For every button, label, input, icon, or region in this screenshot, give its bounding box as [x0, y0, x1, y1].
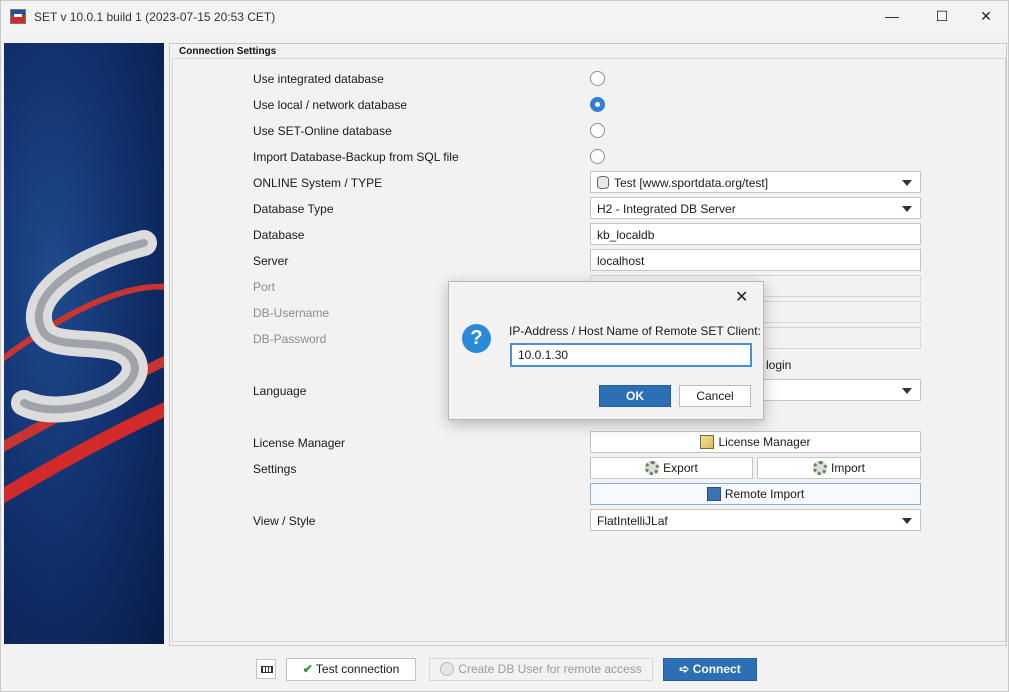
keyboard-icon-button[interactable]	[256, 659, 276, 679]
import-button-label: Import	[830, 461, 865, 475]
license-manager-button[interactable]: License Manager	[590, 431, 921, 453]
app-window: SET v 10.0.1 build 1 (2023-07-15 20:53 C…	[0, 0, 1009, 692]
option-integrated-label: Use integrated database	[253, 72, 384, 86]
option-import-backup-label: Import Database-Backup from SQL file	[253, 150, 459, 164]
license-manager-label: License Manager	[253, 436, 346, 450]
connect-button[interactable]: ➪ Connect	[663, 658, 757, 681]
remote-client-dialog: ✕ ? IP-Address / Host Name of Remote SET…	[448, 281, 764, 420]
language-label: Language	[253, 384, 307, 398]
dialog-close-button[interactable]: ✕	[735, 287, 748, 307]
option-integrated-radio[interactable]	[590, 71, 605, 86]
chevron-down-icon	[902, 518, 912, 524]
chevron-down-icon	[902, 206, 912, 212]
title-bar: SET v 10.0.1 build 1 (2023-07-15 20:53 C…	[1, 1, 1008, 33]
close-button[interactable]: ✕	[963, 1, 1009, 32]
export-button[interactable]: Export	[590, 457, 753, 479]
database-label: Database	[253, 228, 305, 242]
create-db-user-button[interactable]: Create DB User for remote access	[429, 658, 653, 681]
online-system-label: ONLINE System / TYPE	[253, 176, 383, 190]
connect-label: Connect	[692, 662, 741, 676]
test-connection-label: Test connection	[315, 662, 400, 676]
option-set-online-label: Use SET-Online database	[253, 124, 392, 138]
login-checkbox-label: login	[766, 358, 792, 372]
db-password-label: DB-Password	[253, 332, 327, 346]
server-label: Server	[253, 254, 289, 268]
online-system-value: Test [www.sportdata.org/test]	[614, 176, 769, 190]
online-system-select[interactable]: Test [www.sportdata.org/test]	[590, 171, 921, 193]
check-icon: ✔	[302, 662, 313, 676]
option-import-backup-radio[interactable]	[590, 149, 605, 164]
remote-import-button[interactable]: Remote Import	[590, 483, 921, 505]
view-style-select[interactable]: FlatIntelliJLaf	[590, 509, 921, 531]
window-title: SET v 10.0.1 build 1 (2023-07-15 20:53 C…	[34, 10, 276, 24]
license-icon	[700, 435, 715, 449]
option-local-network-radio[interactable]	[590, 97, 605, 112]
port-label: Port	[253, 280, 276, 294]
license-manager-button-label: License Manager	[718, 435, 811, 449]
gear-icon	[812, 461, 827, 475]
database-type-label: Database Type	[253, 202, 334, 216]
connect-arrow-icon: ➪	[679, 662, 690, 676]
maximize-button[interactable]: ☐	[919, 1, 965, 32]
database-type-select[interactable]: H2 - Integrated DB Server	[590, 197, 921, 219]
panel-title: Connection Settings	[177, 46, 279, 57]
export-button-label: Export	[663, 461, 698, 475]
view-style-label: View / Style	[253, 514, 316, 528]
view-style-value: FlatIntelliJLaf	[597, 514, 668, 528]
settings-label: Settings	[253, 462, 297, 476]
remote-import-button-label: Remote Import	[724, 487, 805, 501]
monitor-icon	[706, 487, 721, 501]
database-icon	[597, 176, 609, 189]
server-input[interactable]: localhost	[590, 249, 921, 271]
gear-icon	[645, 461, 660, 475]
db-username-label: DB-Username	[253, 306, 330, 320]
create-db-user-label: Create DB User for remote access	[458, 662, 642, 676]
chevron-down-icon	[902, 180, 912, 186]
user-icon	[440, 662, 455, 676]
test-connection-button[interactable]: ✔ Test connection	[286, 658, 416, 681]
database-type-value: H2 - Integrated DB Server	[597, 202, 736, 216]
chevron-down-icon	[902, 388, 912, 394]
brand-banner-image	[4, 43, 164, 644]
minimize-button[interactable]: —	[869, 1, 915, 32]
keyboard-icon	[261, 666, 273, 673]
app-logo-icon	[10, 9, 26, 24]
host-address-input[interactable]: 10.0.1.30	[510, 343, 752, 367]
import-button[interactable]: Import	[757, 457, 921, 479]
cancel-button[interactable]: Cancel	[679, 385, 751, 407]
option-set-online-radio[interactable]	[590, 123, 605, 138]
database-input[interactable]: kb_localdb	[590, 223, 921, 245]
dialog-prompt: IP-Address / Host Name of Remote SET Cli…	[509, 324, 761, 338]
option-local-network-label: Use local / network database	[253, 98, 408, 112]
question-icon: ?	[462, 324, 491, 353]
ok-button[interactable]: OK	[599, 385, 671, 407]
